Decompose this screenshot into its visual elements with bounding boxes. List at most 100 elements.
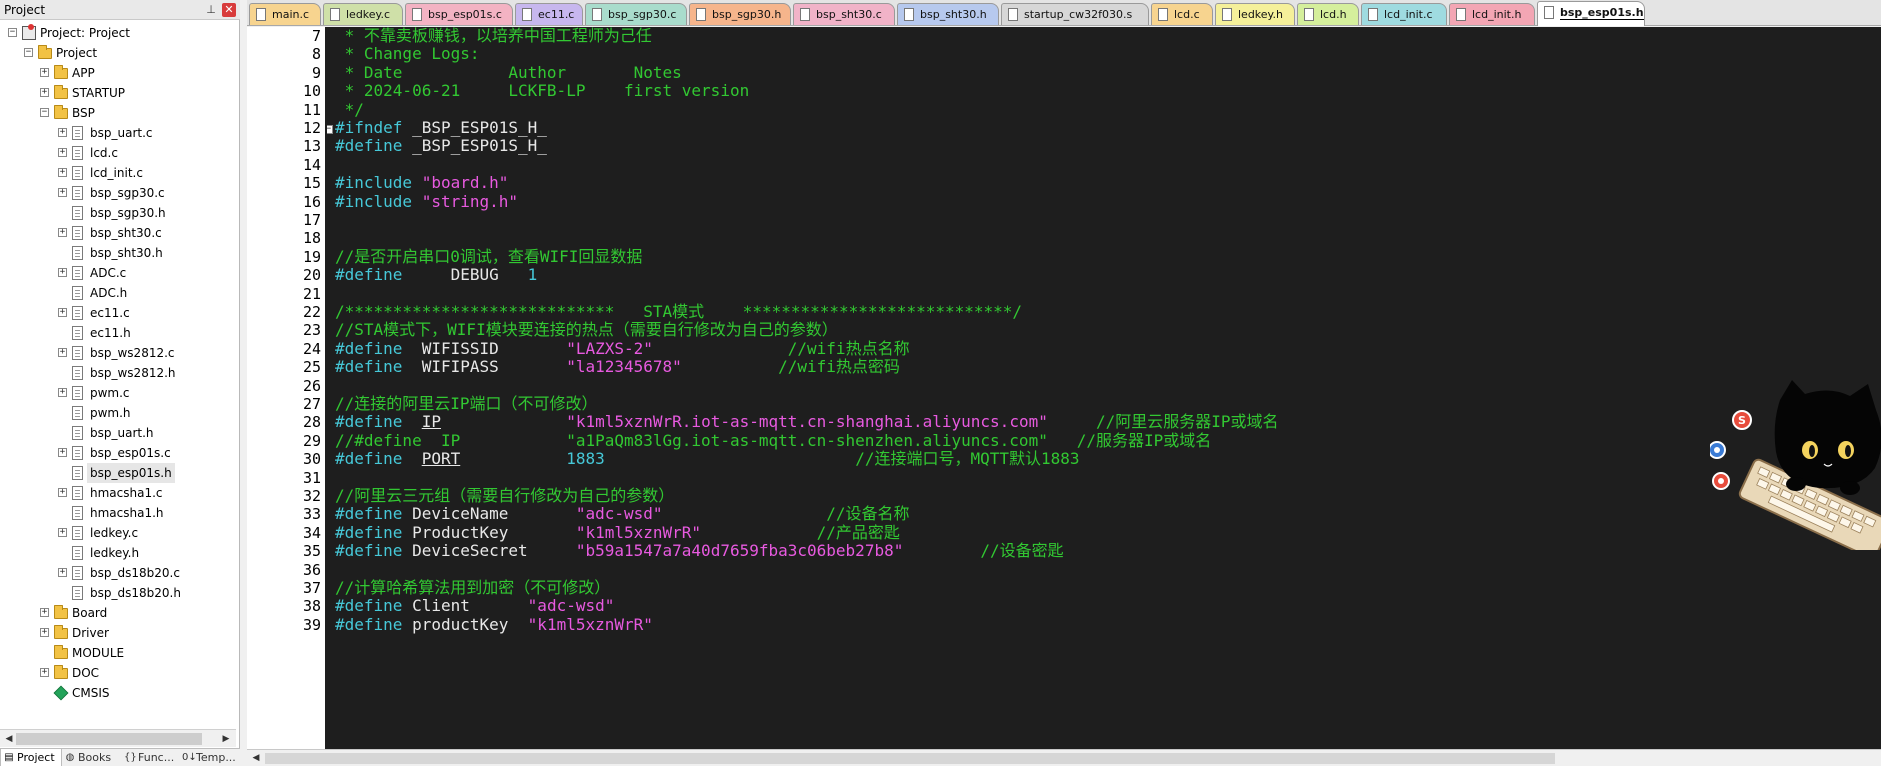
editor-tab[interactable]: bsp_esp01s.h <box>1537 1 1645 26</box>
editor-tab-label: lcd.h <box>1320 8 1347 21</box>
expand-icon[interactable]: + <box>58 148 67 157</box>
editor-tab[interactable]: bsp_sgp30.h <box>689 3 791 25</box>
editor-tab[interactable]: ec11.c <box>515 3 583 25</box>
editor-tab[interactable]: ledkey.h <box>1215 3 1295 25</box>
code-area[interactable]: * 不靠卖板赚钱，以培养中国工程师为己任 * Change Logs: * Da… <box>327 27 1877 749</box>
tree-file-item[interactable]: + bsp_ds18b20.c <box>0 563 236 583</box>
panel-tab-label: Books <box>78 751 112 764</box>
expand-icon[interactable]: + <box>58 268 67 277</box>
panel-tab-label: Project <box>17 751 55 764</box>
scrollbar-thumb[interactable] <box>265 753 1555 764</box>
close-icon[interactable]: ✕ <box>222 3 236 17</box>
panel-tab-project[interactable]: ▤ Project <box>0 749 62 766</box>
tree-file-item[interactable]: bsp_ws2812.h <box>0 363 236 383</box>
editor-horizontal-scrollbar[interactable]: ◀ <box>247 749 1881 766</box>
editor-tab-label: lcd_init.h <box>1472 8 1522 21</box>
tree-file-item[interactable]: + ADC.c <box>0 263 236 283</box>
panel-tab-func[interactable]: {} Func... <box>122 749 180 766</box>
expand-icon[interactable]: + <box>58 188 67 197</box>
expand-icon[interactable]: + <box>58 168 67 177</box>
scroll-left-icon[interactable]: ◀ <box>249 752 263 765</box>
tree-file-item[interactable]: ec11.h <box>0 323 236 343</box>
expand-icon[interactable]: + <box>58 388 67 397</box>
tree-file-item[interactable]: + pwm.c <box>0 383 236 403</box>
tree-item-label: bsp_sht30.c <box>90 226 162 240</box>
collapse-icon[interactable]: − <box>24 48 33 57</box>
expand-icon[interactable]: + <box>40 608 49 617</box>
code-token: * Date Author Notes <box>335 62 682 82</box>
file-icon <box>72 506 83 520</box>
expand-icon[interactable]: + <box>40 628 49 637</box>
project-panel-header: Project ⊥ ✕ <box>0 0 240 20</box>
expand-icon[interactable]: + <box>58 528 67 537</box>
tree-folder-item[interactable]: + APP <box>0 63 236 83</box>
editor-tab[interactable]: bsp_sht30.h <box>897 3 999 25</box>
project-tree-scrollbar[interactable]: ◀ ▶ <box>0 729 236 747</box>
tree-folder-item[interactable]: − Project: Project <box>0 23 236 43</box>
panel-tab-temp[interactable]: 0↓ Temp... <box>180 749 238 766</box>
expand-icon[interactable]: + <box>58 348 67 357</box>
tree-folder-item[interactable]: − BSP <box>0 103 236 123</box>
editor-tab[interactable]: bsp_sgp30.c <box>585 3 687 25</box>
tree-folder-item[interactable]: + STARTUP <box>0 83 236 103</box>
expand-icon[interactable]: + <box>58 448 67 457</box>
tree-file-item[interactable]: + hmacsha1.c <box>0 483 236 503</box>
expand-icon[interactable]: + <box>58 228 67 237</box>
tree-file-item[interactable]: bsp_sht30.h <box>0 243 236 263</box>
editor-tab[interactable]: ledkey.c <box>323 3 403 25</box>
collapse-icon[interactable]: − <box>40 108 49 117</box>
editor-tab[interactable]: main.c <box>249 3 321 25</box>
file-icon <box>72 306 83 320</box>
tree-file-item[interactable]: + bsp_esp01s.c <box>0 443 236 463</box>
tree-folder-item[interactable]: + DOC <box>0 663 236 683</box>
editor-tab[interactable]: lcd.c <box>1151 3 1213 25</box>
expand-icon[interactable]: + <box>40 668 49 677</box>
editor-tab[interactable]: lcd_init.c <box>1361 3 1447 25</box>
tree-file-item[interactable]: bsp_sgp30.h <box>0 203 236 223</box>
expand-icon[interactable]: + <box>58 128 67 137</box>
tree-file-item[interactable]: + lcd.c <box>0 143 236 163</box>
fold-toggle-icon[interactable]: − <box>327 125 333 134</box>
tree-file-item[interactable]: + bsp_sgp30.c <box>0 183 236 203</box>
tree-file-item[interactable]: pwm.h <box>0 403 236 423</box>
tree-file-item[interactable]: + bsp_sht30.c <box>0 223 236 243</box>
editor-tab[interactable]: bsp_sht30.c <box>793 3 895 25</box>
expand-icon[interactable]: + <box>58 488 67 497</box>
expand-icon[interactable]: + <box>58 568 67 577</box>
expand-icon[interactable]: + <box>40 68 49 77</box>
panel-tab-books[interactable]: ◍ Books <box>62 749 122 766</box>
tree-file-item[interactable]: + lcd_init.c <box>0 163 236 183</box>
tree-folder-item[interactable]: + Board <box>0 603 236 623</box>
tree-file-item[interactable]: hmacsha1.h <box>0 503 236 523</box>
code-line: #define productKey "k1ml5xznWrR" <box>335 614 653 636</box>
editor-tab[interactable]: lcd_init.h <box>1449 3 1535 25</box>
code-token: * Change Logs: <box>335 44 480 64</box>
scroll-right-icon[interactable]: ▶ <box>219 732 233 746</box>
tree-file-item[interactable]: ledkey.h <box>0 543 236 563</box>
code-line: #define DEBUG 1 <box>335 264 537 286</box>
tree-file-item[interactable]: + bsp_ws2812.c <box>0 343 236 363</box>
scroll-left-icon[interactable]: ◀ <box>2 732 16 746</box>
tree-file-item[interactable]: + bsp_uart.c <box>0 123 236 143</box>
scrollbar-thumb[interactable] <box>16 733 202 745</box>
collapse-icon[interactable]: − <box>8 28 17 37</box>
tree-file-item[interactable]: bsp_uart.h <box>0 423 236 443</box>
project-panel-title: Project <box>4 3 46 17</box>
pin-icon[interactable]: ⊥ <box>204 3 218 17</box>
tree-file-item[interactable]: + ledkey.c <box>0 523 236 543</box>
tree-folder-item[interactable]: CMSIS <box>0 683 236 703</box>
editor-tab[interactable]: lcd.h <box>1297 3 1359 25</box>
tree-file-item[interactable]: ADC.h <box>0 283 236 303</box>
tree-folder-item[interactable]: + Driver <box>0 623 236 643</box>
tree-file-item[interactable]: bsp_ds18b20.h <box>0 583 236 603</box>
expand-icon[interactable]: + <box>58 308 67 317</box>
expand-icon[interactable]: + <box>40 88 49 97</box>
tree-file-item[interactable]: + ec11.c <box>0 303 236 323</box>
tree-folder-item[interactable]: − Project <box>0 43 236 63</box>
tree-item-label: ledkey.h <box>90 546 140 560</box>
editor-tab[interactable]: startup_cw32f030.s <box>1001 3 1149 25</box>
tree-file-item[interactable]: bsp_esp01s.h <box>0 463 236 483</box>
code-editor[interactable]: 7 8 9 10 11 12 13 14 15 16 17 18 19 20 21 22 23 24 25 26 27 2… <box>247 27 1881 749</box>
editor-tab[interactable]: bsp_esp01s.c <box>405 3 513 25</box>
tree-folder-item[interactable]: MODULE <box>0 643 236 663</box>
